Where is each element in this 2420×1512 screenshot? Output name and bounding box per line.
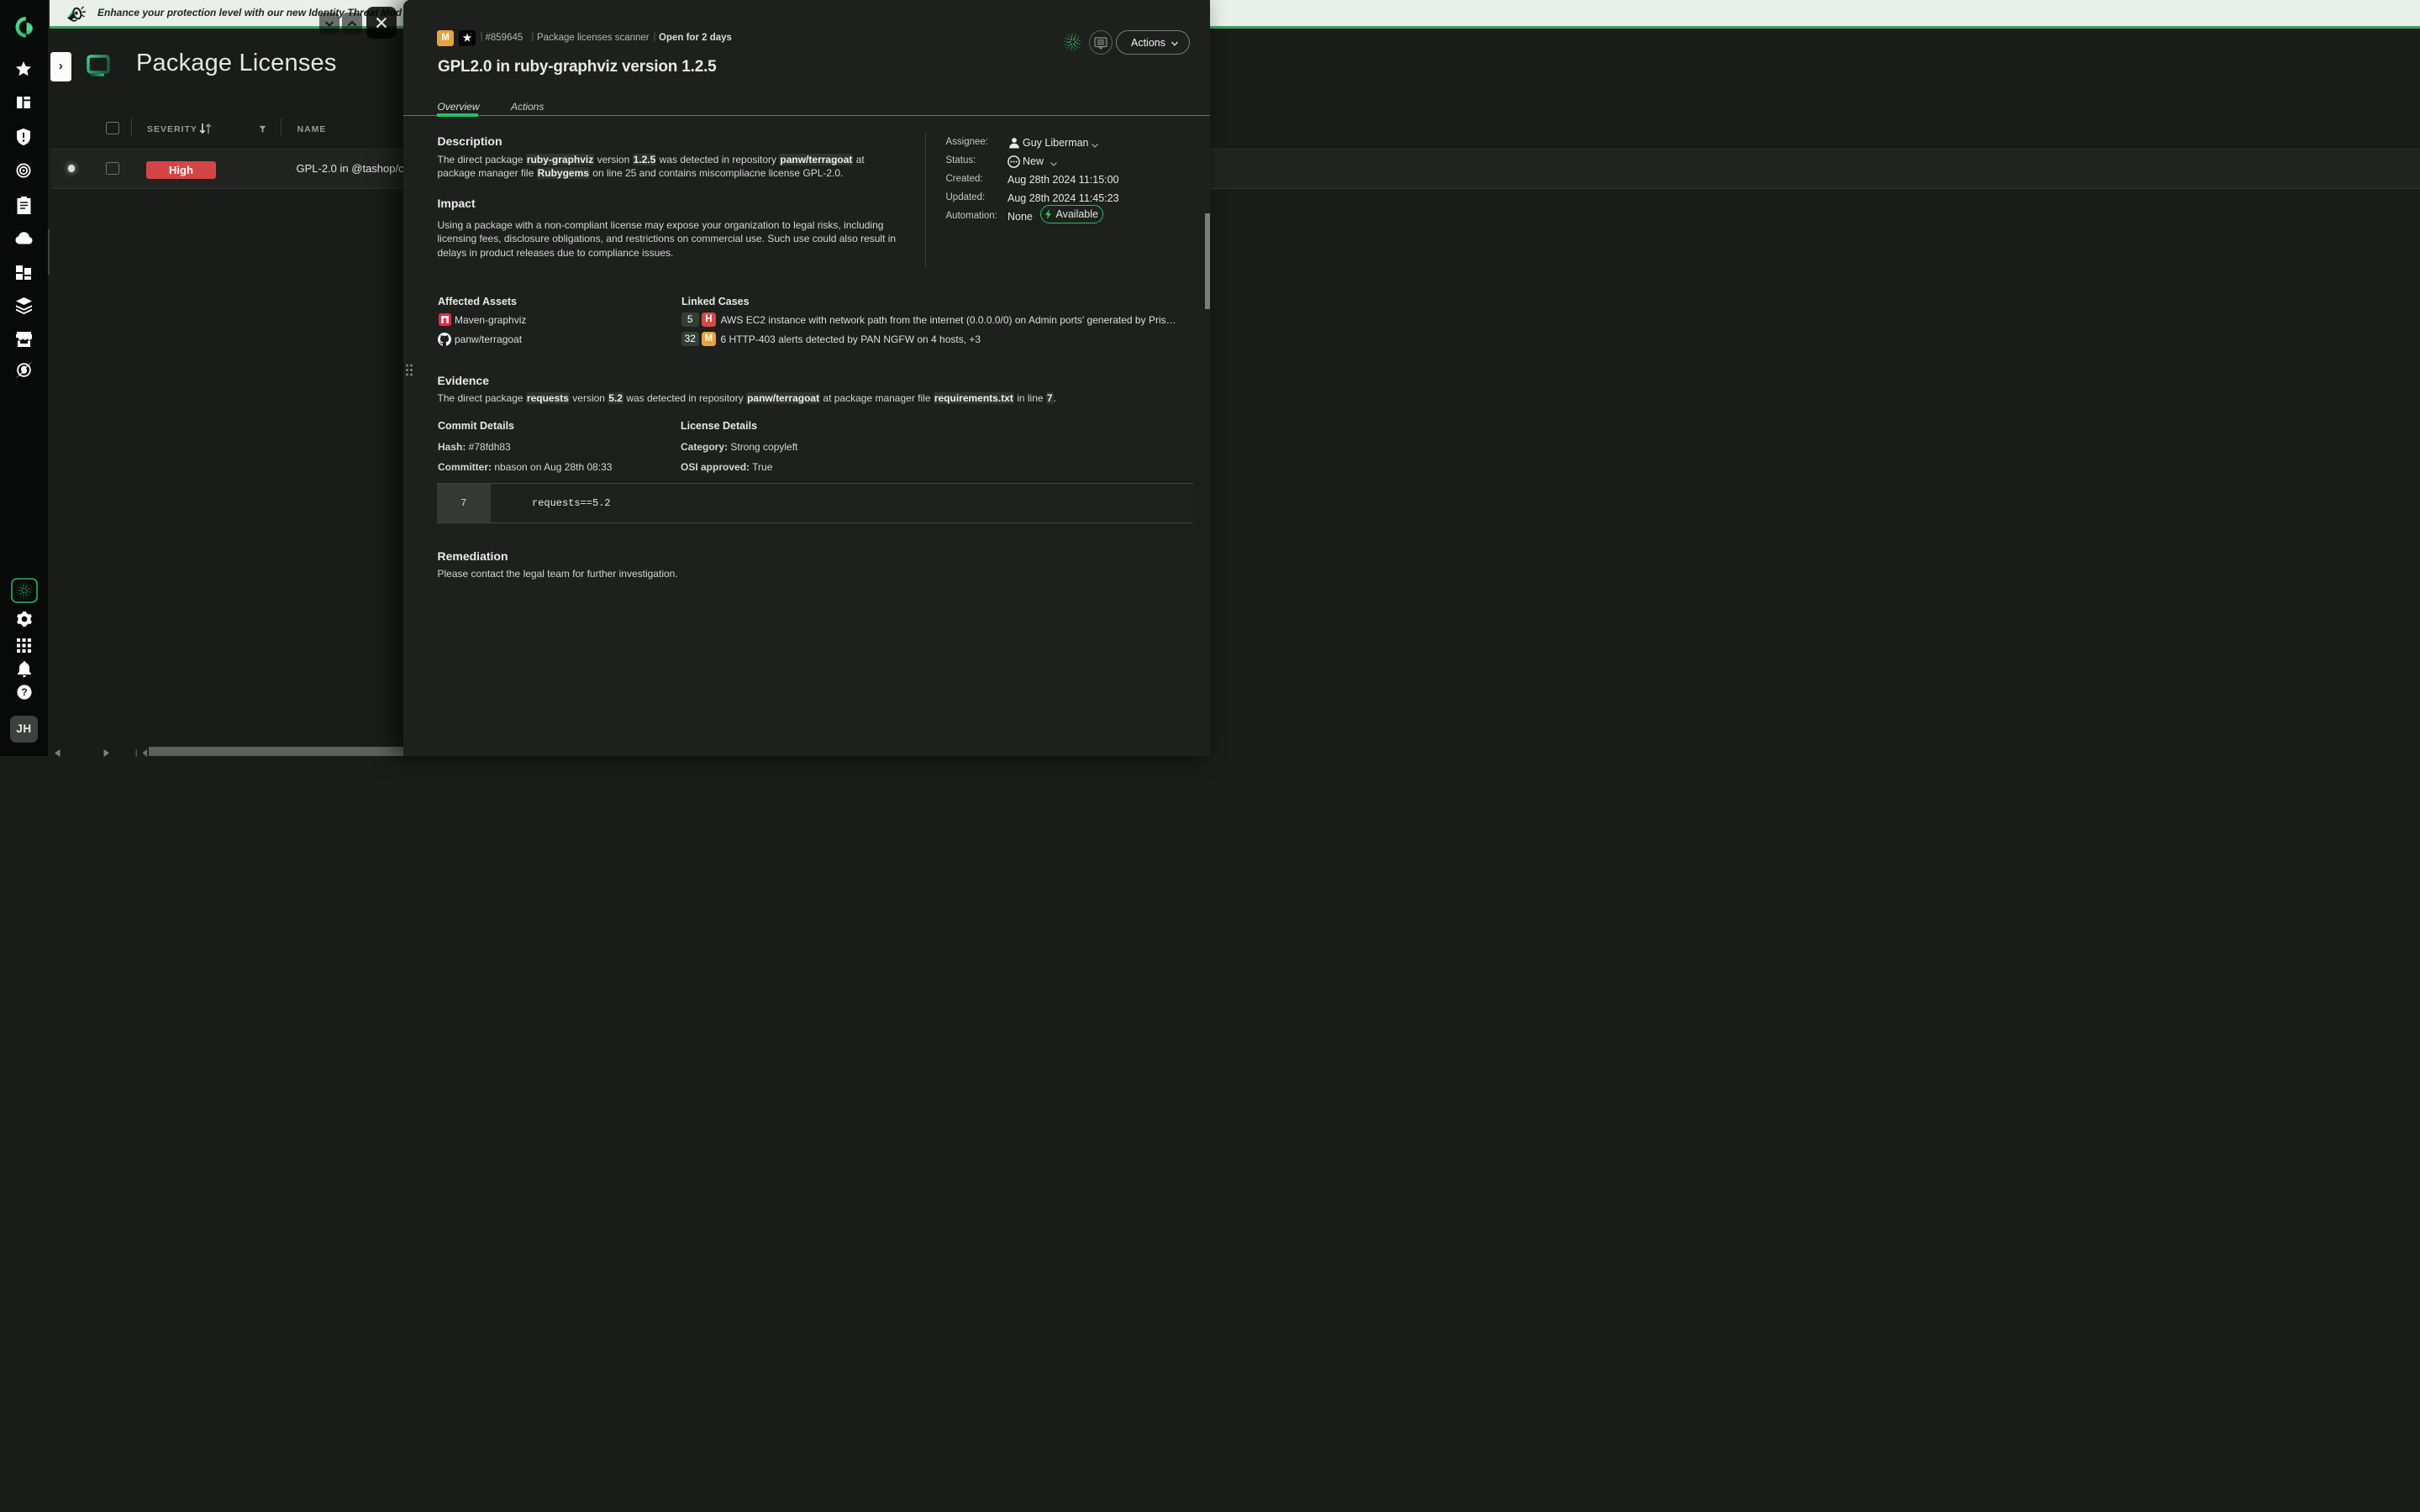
- svg-text:?: ?: [21, 686, 27, 698]
